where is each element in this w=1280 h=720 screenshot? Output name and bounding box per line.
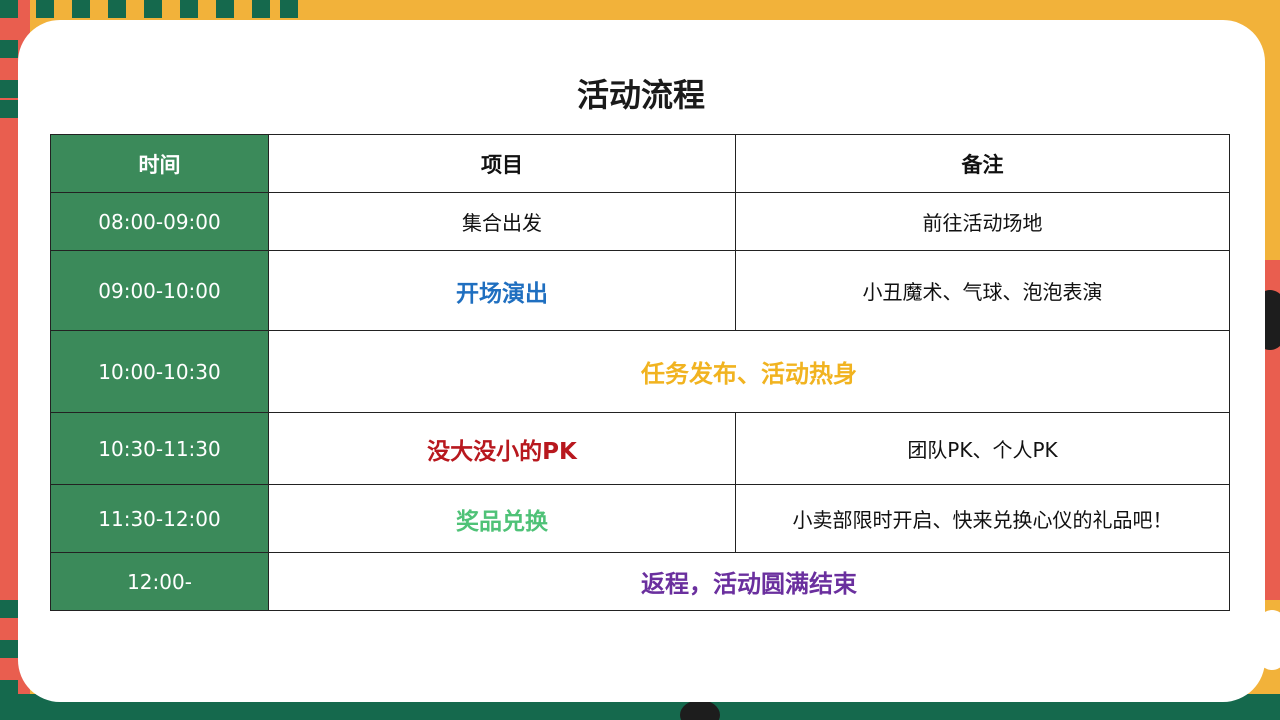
row-time: 10:30-11:30 <box>50 412 269 485</box>
table-row: 08:00-09:00 集合出发 前往活动场地 <box>50 192 1230 251</box>
row-item: 集合出发 <box>268 192 736 251</box>
row-item: 开场演出 <box>268 250 736 331</box>
table-row: 11:30-12:00 奖品兑换 小卖部限时开启、快来兑换心仪的礼品吧！ <box>50 484 1230 553</box>
row-time: 09:00-10:00 <box>50 250 269 331</box>
header-time: 时间 <box>50 134 269 193</box>
page-title: 活动流程 <box>576 76 705 114</box>
row-item-merged: 返程，活动圆满结束 <box>268 552 1230 611</box>
row-time: 12:00- <box>50 552 269 611</box>
header-note: 备注 <box>735 134 1230 193</box>
row-item-merged: 任务发布、活动热身 <box>268 330 1230 413</box>
row-note: 前往活动场地 <box>735 192 1230 251</box>
table-row: 10:30-11:30 没大没小的PK 团队PK、个人PK <box>50 412 1230 485</box>
row-time: 11:30-12:00 <box>50 484 269 553</box>
table-header-row: 时间 项目 备注 <box>50 134 1230 193</box>
row-item: 奖品兑换 <box>268 484 736 553</box>
table-row: 10:00-10:30 任务发布、活动热身 <box>50 330 1230 413</box>
row-note: 小丑魔术、气球、泡泡表演 <box>735 250 1230 331</box>
header-item: 项目 <box>268 134 736 193</box>
row-item: 没大没小的PK <box>268 412 736 485</box>
row-time: 08:00-09:00 <box>50 192 269 251</box>
table-row: 12:00- 返程，活动圆满结束 <box>50 552 1230 611</box>
row-time: 10:00-10:30 <box>50 330 269 413</box>
schedule-table: 时间 项目 备注 08:00-09:00 集合出发 前往活动场地 09:00-1… <box>50 134 1230 611</box>
row-note: 团队PK、个人PK <box>735 412 1230 485</box>
row-note: 小卖部限时开启、快来兑换心仪的礼品吧！ <box>735 484 1230 553</box>
table-row: 09:00-10:00 开场演出 小丑魔术、气球、泡泡表演 <box>50 250 1230 331</box>
